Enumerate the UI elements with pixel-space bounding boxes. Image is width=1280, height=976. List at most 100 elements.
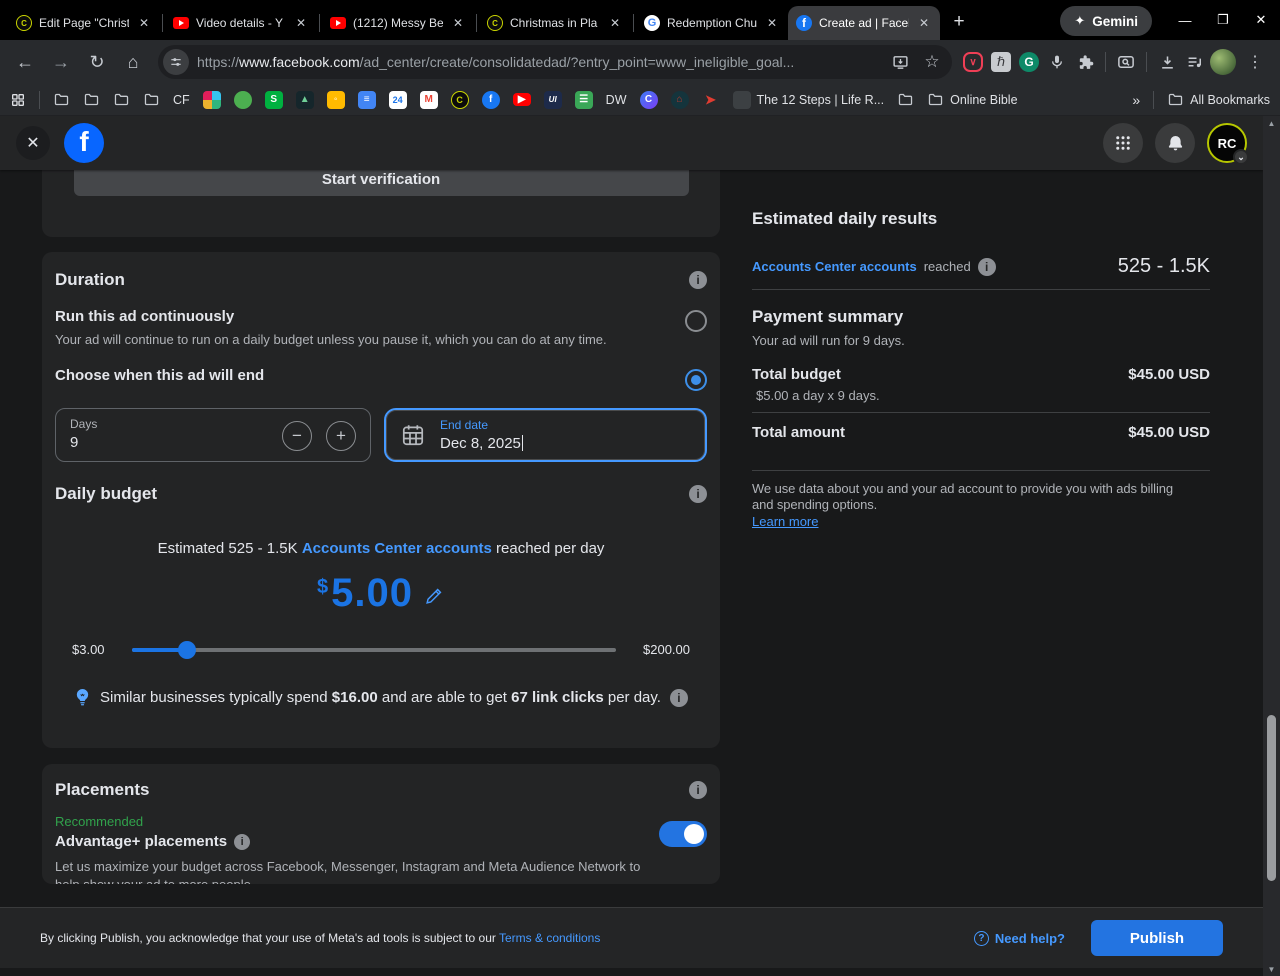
apps-grid-icon[interactable] — [10, 92, 26, 108]
total-budget-label: Total budget — [752, 366, 841, 383]
browser-menu-kebab-icon[interactable]: ⋮ — [1238, 45, 1272, 79]
facebook-bookmark-icon[interactable]: f — [482, 91, 500, 109]
playlist-icon[interactable] — [1182, 49, 1208, 75]
scroll-down-arrow[interactable]: ▼ — [1263, 962, 1280, 976]
youtube-bookmark-icon[interactable]: ▶ — [513, 93, 531, 106]
all-bookmarks-button[interactable]: All Bookmarks — [1167, 91, 1270, 108]
info-icon[interactable]: i — [234, 834, 250, 850]
bookmark-folder[interactable] — [897, 91, 914, 108]
tree-bookmark-icon[interactable]: ▲ — [296, 91, 314, 109]
ui-bookmark-icon[interactable]: UI — [544, 91, 562, 109]
bookmark-folder[interactable] — [113, 91, 130, 108]
microphone-icon[interactable] — [1044, 49, 1070, 75]
bookmark-folder[interactable] — [53, 91, 70, 108]
tab-create-ad-active[interactable]: f Create ad | Facel ✕ — [788, 6, 940, 40]
extensions-puzzle-icon[interactable] — [1072, 49, 1098, 75]
apps-menu-button[interactable] — [1103, 123, 1143, 163]
tab-close-icon[interactable]: ✕ — [293, 15, 309, 31]
slider-thumb[interactable] — [178, 641, 196, 659]
radio-unselected[interactable] — [685, 310, 707, 332]
tab-close-icon[interactable]: ✕ — [136, 15, 152, 31]
gemini-button[interactable]: ✦ Gemini — [1060, 6, 1152, 36]
install-app-icon[interactable] — [886, 48, 914, 76]
bookmark-12-steps[interactable]: The 12 Steps | Life R... — [733, 91, 885, 109]
site-info-icon[interactable] — [163, 49, 189, 75]
red-bookmark-icon[interactable]: ➤ — [702, 91, 720, 109]
days-input[interactable]: Days 9 − + — [55, 408, 371, 462]
bookmark-online-bible[interactable]: Online Bible — [927, 91, 1017, 108]
radio-selected[interactable] — [685, 369, 707, 391]
bookmark-cf[interactable]: CF — [173, 93, 190, 107]
url-text[interactable]: https://www.facebook.com/ad_center/creat… — [197, 54, 886, 70]
publish-button[interactable]: Publish — [1091, 920, 1223, 956]
c-bookmark-icon[interactable]: C — [640, 91, 658, 109]
tab-search-icon[interactable] — [1113, 49, 1139, 75]
info-icon[interactable]: i — [670, 689, 688, 707]
info-icon[interactable]: i — [689, 781, 707, 799]
slider-track[interactable] — [132, 648, 616, 652]
bookmarks-overflow-chevron[interactable]: » — [1132, 92, 1140, 108]
close-ad-creation-button[interactable]: ✕ — [16, 126, 50, 160]
tab-close-icon[interactable]: ✕ — [450, 15, 466, 31]
increment-days-button[interactable]: + — [326, 421, 356, 451]
run-continuously-option[interactable]: Run this ad continuously Your ad will co… — [55, 308, 707, 347]
estimated-results-panel: Estimated daily results Accounts Center … — [752, 209, 1210, 531]
choose-end-option[interactable]: Choose when this ad will end — [55, 367, 707, 391]
end-date-input[interactable]: End date Dec 8, 2025 — [384, 408, 707, 462]
tab-close-icon[interactable]: ✕ — [916, 15, 932, 31]
hbar-extension-icon[interactable]: ℏ — [988, 49, 1014, 75]
learn-more-link[interactable]: Learn more — [752, 514, 818, 529]
rc-bookmark-icon[interactable]: C — [451, 91, 469, 109]
home-button[interactable]: ⌂ — [116, 45, 150, 79]
edit-pencil-icon[interactable] — [423, 585, 445, 607]
tab-video-details[interactable]: Video details - Y ✕ — [165, 6, 317, 40]
browser-profile-avatar[interactable] — [1210, 49, 1236, 75]
profile-avatar[interactable]: RC ⌄ — [1207, 123, 1247, 163]
info-icon[interactable]: i — [689, 485, 707, 503]
grammarly-extension-icon[interactable]: G — [1016, 49, 1042, 75]
accounts-center-link[interactable]: Accounts Center accounts — [302, 540, 492, 557]
advantage-placements-toggle[interactable] — [659, 821, 707, 847]
list-bookmark-icon[interactable]: ☰ — [575, 91, 593, 109]
sling-bookmark-icon[interactable]: S — [265, 91, 283, 109]
tab-christmas[interactable]: C Christmas in Pla ✕ — [479, 6, 631, 40]
window-close-button[interactable]: ✕ — [1242, 0, 1280, 40]
decrement-days-button[interactable]: − — [282, 421, 312, 451]
bookmark-star-icon[interactable]: ☆ — [918, 48, 946, 76]
tab-close-icon[interactable]: ✕ — [764, 15, 780, 31]
tab-close-icon[interactable]: ✕ — [607, 15, 623, 31]
info-icon[interactable]: i — [978, 258, 996, 276]
bookmark-folder[interactable] — [143, 91, 160, 108]
address-bar[interactable]: https://www.facebook.com/ad_center/creat… — [158, 45, 952, 79]
restore-button[interactable]: ❐ — [1204, 0, 1242, 40]
back-button[interactable]: ← — [8, 45, 42, 79]
church-bookmark-icon[interactable]: ⌂ — [671, 91, 689, 109]
bookmark-folder[interactable] — [83, 91, 100, 108]
gmail-bookmark-icon[interactable]: M — [420, 91, 438, 109]
scrollbar-thumb[interactable] — [1267, 715, 1276, 881]
google-docs-bookmark-icon[interactable]: ≡ — [358, 91, 376, 109]
page-scrollbar[interactable]: ▲ ▼ — [1263, 116, 1280, 976]
google-calendar-bookmark-icon[interactable]: 24 — [389, 91, 407, 109]
terms-conditions-link[interactable]: Terms & conditions — [499, 931, 600, 945]
gloo-bookmark-icon[interactable] — [234, 91, 252, 109]
pocket-extension-icon[interactable]: ∨ — [960, 49, 986, 75]
tab-redemption[interactable]: G Redemption Chu ✕ — [636, 6, 788, 40]
scroll-up-arrow[interactable]: ▲ — [1263, 116, 1280, 130]
facebook-logo[interactable]: f — [64, 123, 104, 163]
need-help-link[interactable]: ? Need help? — [974, 931, 1065, 946]
notifications-button[interactable] — [1155, 123, 1195, 163]
forward-button[interactable]: → — [44, 45, 78, 79]
bookmark-dw[interactable]: DW — [606, 93, 627, 107]
google-keep-bookmark-icon[interactable]: ◦ — [327, 91, 345, 109]
info-icon[interactable]: i — [689, 271, 707, 289]
new-tab-button[interactable]: + — [944, 7, 974, 37]
total-amount-value: $45.00 USD — [1128, 424, 1210, 441]
tab-messy[interactable]: (1212) Messy Be ✕ — [322, 6, 474, 40]
reload-button[interactable]: ↻ — [80, 45, 114, 79]
minimize-button[interactable]: — — [1166, 0, 1204, 40]
accounts-center-link[interactable]: Accounts Center accounts — [752, 259, 917, 274]
downloads-icon[interactable] — [1154, 49, 1180, 75]
tab-edit-page[interactable]: C Edit Page "Christ ✕ — [8, 6, 160, 40]
slack-bookmark-icon[interactable] — [203, 91, 221, 109]
